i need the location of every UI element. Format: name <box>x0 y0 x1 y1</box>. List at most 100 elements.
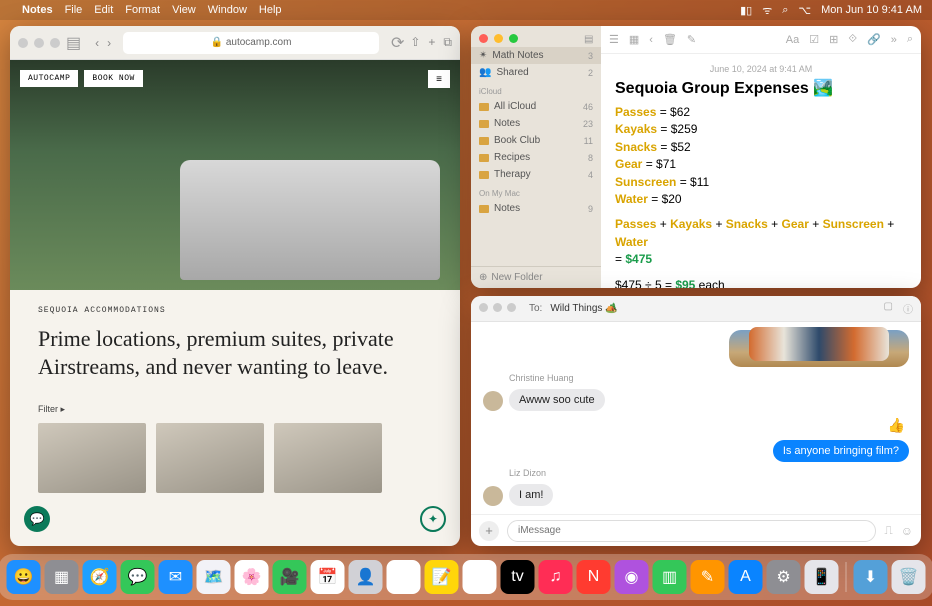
checklist-icon[interactable]: ☑ <box>809 33 819 46</box>
video-call-icon[interactable]: ▢ <box>884 301 893 316</box>
list-view-icon[interactable]: ☰ <box>609 33 619 46</box>
dock-settings[interactable]: ⚙︎ <box>767 560 801 594</box>
compose-icon[interactable]: ✎ <box>687 33 696 46</box>
hamburger-icon[interactable]: ≡ <box>428 70 450 88</box>
app-menu[interactable]: Notes <box>22 4 53 16</box>
message-in[interactable]: I am! <box>509 484 553 506</box>
messages-thread[interactable]: Christine Huang Awww soo cute 👍 Is anyon… <box>471 322 921 514</box>
messages-header: To: Wild Things 🏕️ ▢ ⓘ <box>471 296 921 322</box>
dock-maps[interactable]: 🗺️ <box>197 560 231 594</box>
dock-podcasts[interactable]: ◉ <box>615 560 649 594</box>
folder-local-notes[interactable]: Notes9 <box>471 200 601 217</box>
forward-button[interactable]: › <box>107 36 111 50</box>
clock[interactable]: Mon Jun 10 9:41 AM <box>821 4 922 16</box>
dock-mail[interactable]: ✉︎ <box>159 560 193 594</box>
site-logo[interactable]: AUTOCAMP <box>20 70 78 87</box>
link-icon[interactable]: 🔗 <box>867 33 881 46</box>
sidebar-shared[interactable]: 👥Shared2 <box>471 64 601 81</box>
folder-all-icloud[interactable]: All iCloud46 <box>471 98 601 115</box>
dock-reminders[interactable]: ☑︎ <box>387 560 421 594</box>
dock-contacts[interactable]: 👤 <box>349 560 383 594</box>
reload-icon[interactable]: ⟳ <box>391 33 404 53</box>
window-controls[interactable] <box>18 38 60 48</box>
menu-edit[interactable]: Edit <box>94 4 113 16</box>
menu-help[interactable]: Help <box>259 4 282 16</box>
thumb-2[interactable] <box>156 423 264 493</box>
search-icon[interactable]: ⌕ <box>907 33 913 46</box>
dock-trash[interactable]: 🗑️ <box>892 560 926 594</box>
message-input[interactable] <box>507 520 876 542</box>
dock-pages[interactable]: ✎ <box>691 560 725 594</box>
more-icon[interactable]: » <box>891 34 897 46</box>
info-icon[interactable]: ⓘ <box>903 301 913 316</box>
image-attachment[interactable] <box>729 330 909 367</box>
label: Math Notes <box>492 50 543 61</box>
avatar[interactable] <box>483 391 503 411</box>
dock-downloads[interactable]: ⬇︎ <box>854 560 888 594</box>
folder-notes[interactable]: Notes23 <box>471 115 601 132</box>
media-icon[interactable]: ⟐ <box>848 33 857 46</box>
folder-recipes[interactable]: Recipes8 <box>471 149 601 166</box>
new-tab-icon[interactable]: + <box>428 35 435 50</box>
apps-button[interactable]: + <box>479 521 499 541</box>
menu-file[interactable]: File <box>65 4 83 16</box>
address-bar[interactable]: 🔒 autocamp.com <box>123 32 379 54</box>
window-controls[interactable] <box>479 303 521 315</box>
tapback-thumbs-up[interactable]: 👍 <box>888 417 905 434</box>
dock-music[interactable]: ♫ <box>539 560 573 594</box>
thumb-3[interactable] <box>274 423 382 493</box>
note-editor[interactable]: June 10, 2024 at 9:41 AM Sequoia Group E… <box>601 54 921 288</box>
menu-window[interactable]: Window <box>208 4 247 16</box>
back-icon[interactable]: ‹ <box>649 34 653 46</box>
dock-facetime[interactable]: 🎥 <box>273 560 307 594</box>
sidebar-math-notes[interactable]: ✴︎Math Notes3 <box>471 47 601 64</box>
sender-label: Liz Dizon <box>509 468 909 478</box>
control-center-icon[interactable]: ⌥ <box>798 4 811 17</box>
avatar[interactable] <box>483 486 503 506</box>
dock-launchpad[interactable]: ▦ <box>45 560 79 594</box>
dock-numbers[interactable]: ▥ <box>653 560 687 594</box>
search-icon[interactable]: ⌕ <box>782 4 788 17</box>
note-title: Sequoia Group Expenses 🏞️ <box>615 78 907 98</box>
window-controls[interactable]: ▤ <box>471 26 601 47</box>
grid-view-icon[interactable]: ▦ <box>629 33 639 46</box>
audio-icon[interactable]: ⎍ <box>884 523 892 538</box>
message-out[interactable]: Is anyone bringing film? <box>773 440 909 462</box>
filter-button[interactable]: Filter ▸ <box>38 404 432 415</box>
wifi-icon[interactable]: ᯤ <box>762 3 772 18</box>
table-icon[interactable]: ⊞ <box>829 33 838 46</box>
share-icon[interactable]: ⇧ <box>410 35 420 50</box>
folder-therapy[interactable]: Therapy4 <box>471 166 601 183</box>
dock-finder[interactable]: 😀 <box>7 560 41 594</box>
folder-book-club[interactable]: Book Club11 <box>471 132 601 149</box>
accessibility-fab[interactable]: ✦ <box>420 506 446 532</box>
dock-iphone[interactable]: 📱 <box>805 560 839 594</box>
new-folder-button[interactable]: ⊕New Folder <box>471 266 601 288</box>
format-icon[interactable]: Aa <box>786 34 799 46</box>
dock-appstore[interactable]: A <box>729 560 763 594</box>
trash-icon[interactable]: 🗑 <box>663 33 677 46</box>
dock-calendar[interactable]: 📅 <box>311 560 345 594</box>
plus-icon: ⊕ <box>479 272 487 283</box>
menu-format[interactable]: Format <box>125 4 160 16</box>
dock-news[interactable]: N <box>577 560 611 594</box>
menu-view[interactable]: View <box>172 4 196 16</box>
battery-icon[interactable]: ▮▯ <box>740 4 752 17</box>
book-now-button[interactable]: BOOK NOW <box>84 70 142 87</box>
chat-fab[interactable]: 💬 <box>24 506 50 532</box>
dock-safari[interactable]: 🧭 <box>83 560 117 594</box>
dock-tv[interactable]: tv <box>501 560 535 594</box>
tabs-icon[interactable]: ⧉ <box>443 35 452 50</box>
message-in[interactable]: Awww soo cute <box>509 389 605 411</box>
to-label: To: <box>529 303 542 314</box>
back-button[interactable]: ‹ <box>95 36 99 50</box>
dock-freeform[interactable]: ✎ <box>463 560 497 594</box>
dock-notes[interactable]: 📝 <box>425 560 459 594</box>
thumb-1[interactable] <box>38 423 146 493</box>
dock-messages[interactable]: 💬 <box>121 560 155 594</box>
conversation-name[interactable]: Wild Things 🏕️ <box>550 303 617 314</box>
section-icloud: iCloud <box>471 81 601 98</box>
dock-photos[interactable]: 🌸 <box>235 560 269 594</box>
sidebar-icon[interactable]: ▤ <box>66 33 81 53</box>
emoji-icon[interactable]: ☺ <box>901 524 913 538</box>
